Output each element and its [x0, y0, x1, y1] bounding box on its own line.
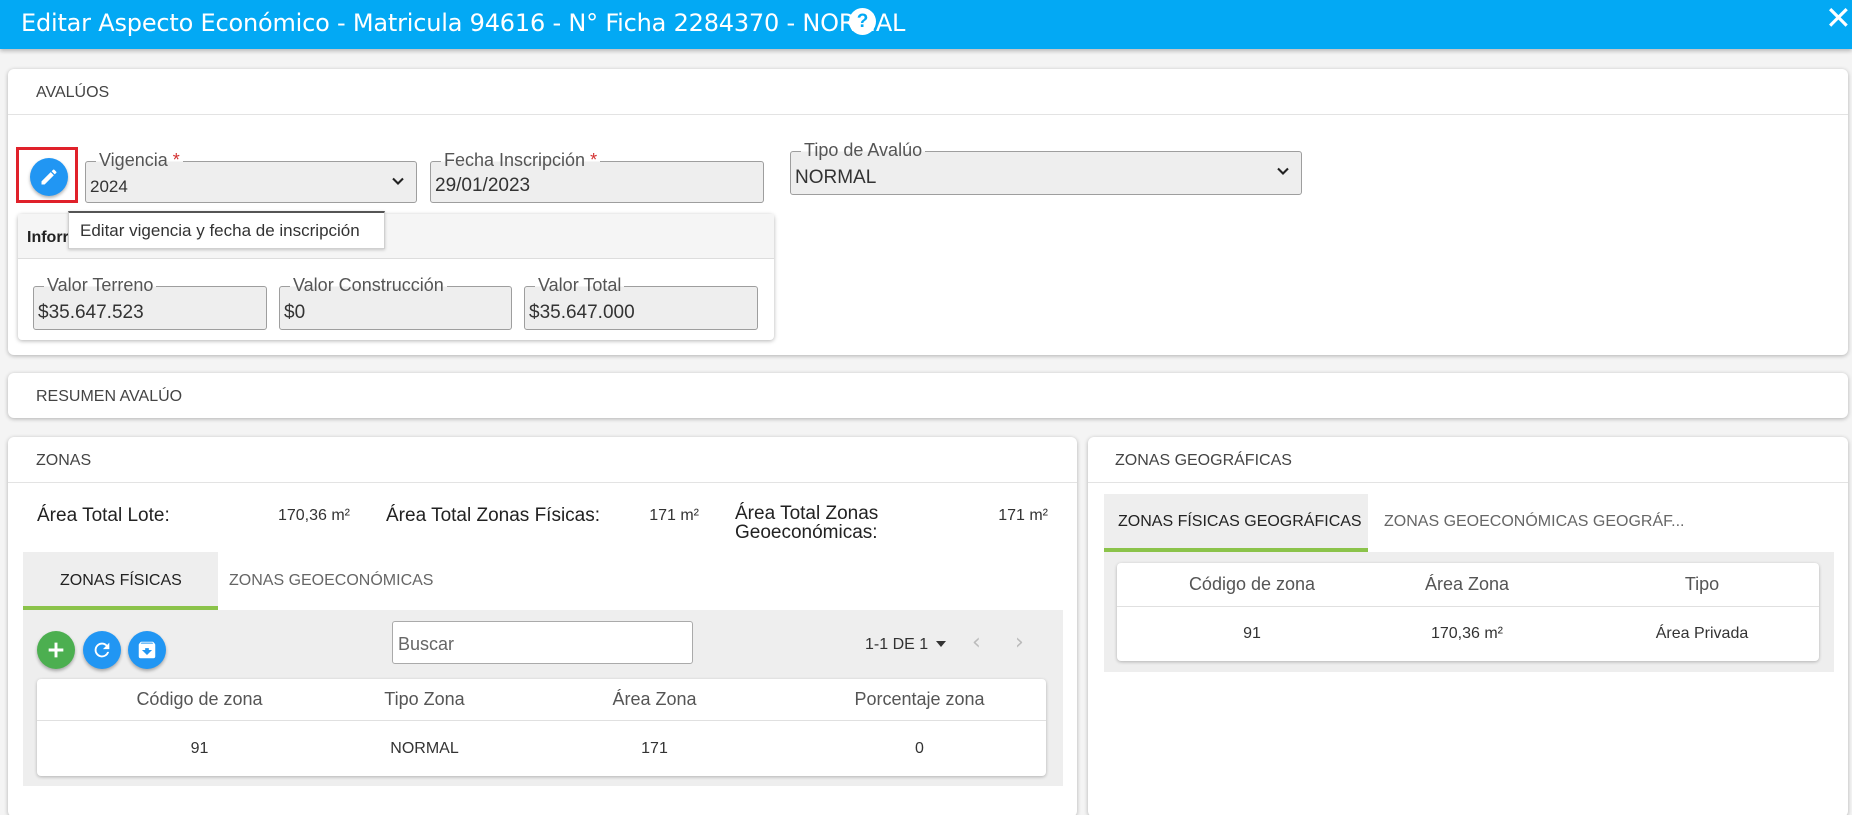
zonas-geograficas-header: ZONAS GEOGRÁFICAS	[1088, 437, 1848, 483]
resumen-avaluo-title: RESUMEN AVALÚO	[36, 388, 183, 405]
zonas-header: ZONAS	[8, 437, 1077, 483]
vigencia-select[interactable]: Vigencia * 2024	[85, 150, 417, 203]
zonas-title: ZONAS	[36, 452, 92, 469]
valor-total-field: Valor Total $35.647.000	[524, 275, 758, 330]
table-row[interactable]: 91 170,36 m² Área Privada	[1117, 608, 1819, 661]
area-total-lote-label: Área Total Lote:	[37, 505, 170, 526]
tab-zonas-fisicas-geograficas[interactable]: ZONAS FÍSICAS GEOGRÁFICAS	[1104, 494, 1368, 552]
zonas-fisicas-table: Código de zona Tipo Zona Área Zona Porce…	[37, 679, 1046, 776]
fecha-inscripcion-label: Fecha Inscripción *	[441, 150, 601, 171]
archive-icon	[138, 641, 156, 659]
pagination-select[interactable]: 1-1 DE 1	[865, 636, 947, 654]
add-zona-button[interactable]	[37, 631, 75, 669]
column-header[interactable]: Área Zona	[537, 689, 772, 710]
table-row[interactable]: 91 NORMAL 171 0	[37, 722, 1046, 776]
column-header[interactable]: Código de zona	[57, 689, 342, 710]
pencil-icon	[41, 169, 57, 185]
next-page-icon[interactable]: ›	[1015, 630, 1024, 655]
valor-total-label: Valor Total	[535, 275, 625, 296]
cell-tipo-zona: NORMAL	[390, 740, 459, 757]
zonas-geograficas-table-header: Código de zona Área Zona Tipo	[1117, 563, 1819, 607]
valor-construccion-value: $0	[284, 302, 306, 323]
column-header[interactable]: Tipo Zona	[307, 689, 542, 710]
dialog-title: Editar Aspecto Económico - Matricula 946…	[21, 9, 906, 37]
archive-button[interactable]	[128, 631, 166, 669]
edit-tooltip: Editar vigencia y fecha de inscripción	[68, 211, 385, 249]
resumen-avaluo-header: RESUMEN AVALÚO	[8, 373, 1848, 419]
valor-terreno-value: $35.647.523	[38, 302, 144, 323]
refresh-icon	[94, 642, 110, 658]
column-header[interactable]: Código de zona	[1117, 574, 1387, 595]
geograficas-tabs: ZONAS FÍSICAS GEOGRÁFICAS ZONAS GEOECONÓ…	[1104, 494, 1834, 552]
resumen-avaluo-card[interactable]: RESUMEN AVALÚO	[8, 373, 1848, 418]
valor-construccion-label: Valor Construcción	[290, 275, 447, 296]
column-header[interactable]: Área Zona	[1357, 574, 1577, 595]
cell-porcentaje: 0	[915, 740, 924, 757]
area-total-lote-value: 170,36 m²	[277, 507, 350, 524]
edit-highlight	[16, 147, 78, 203]
avaluos-header: AVALÚOS	[8, 69, 1848, 115]
tipo-avaluo-label: Tipo de Avalúo	[801, 140, 926, 161]
help-icon[interactable]: ?	[849, 8, 876, 35]
fecha-inscripcion-value: 29/01/2023	[435, 175, 531, 196]
zonas-geograficas-title: ZONAS GEOGRÁFICAS	[1115, 452, 1292, 469]
fecha-inscripcion-field[interactable]: Fecha Inscripción * 29/01/2023	[430, 150, 764, 203]
tab-zonas-geoeconomicas[interactable]: ZONAS GEOECONÓMICAS	[219, 552, 439, 610]
cell-area-zona: 171	[641, 740, 668, 757]
edit-vigencia-button[interactable]	[30, 158, 68, 196]
valor-terreno-field: Valor Terreno $35.647.523	[33, 275, 267, 330]
refresh-button[interactable]	[83, 631, 121, 669]
tipo-avaluo-select[interactable]: Tipo de Avalúo NORMAL	[790, 140, 1302, 195]
search-input[interactable]: Buscar	[392, 621, 693, 664]
area-zonas-fisicas-label: Área Total Zonas Físicas:	[386, 505, 601, 526]
zonas-tabs: ZONAS FÍSICAS ZONAS GEOECONÓMICAS	[23, 552, 1063, 610]
area-zonas-fisicas-value: 171 m²	[649, 507, 699, 524]
column-header[interactable]: Porcentaje zona	[752, 689, 1087, 710]
vigencia-label: Vigencia *	[96, 150, 183, 171]
caret-down-icon	[935, 641, 946, 647]
tab-zonas-geoeconomicas-geograficas[interactable]: ZONAS GEOECONÓMICAS GEOGRÁF...	[1369, 494, 1689, 552]
search-placeholder: Buscar	[398, 634, 455, 654]
prev-page-icon[interactable]: ‹	[972, 630, 981, 655]
close-icon[interactable]: ✕	[1825, 2, 1852, 34]
cell-codigo: 91	[190, 740, 209, 757]
plus-icon	[48, 642, 64, 658]
informacion-title: Inforr	[27, 229, 69, 246]
area-zonas-geo-label-2: Geoeconómicas:	[735, 522, 878, 543]
area-zonas-geo-value: 171 m²	[998, 507, 1048, 524]
vigencia-value: 2024	[90, 177, 128, 196]
zonas-fisicas-table-header: Código de zona Tipo Zona Área Zona Porce…	[37, 679, 1046, 721]
chevron-down-icon	[392, 177, 404, 185]
cell-tipo: Área Privada	[1655, 625, 1749, 642]
zonas-geograficas-table: Código de zona Área Zona Tipo 91 170,36 …	[1117, 563, 1819, 661]
tipo-avaluo-value: NORMAL	[795, 167, 877, 188]
avaluos-title: AVALÚOS	[36, 84, 110, 101]
valor-terreno-label: Valor Terreno	[44, 275, 157, 296]
cell-area-zona: 170,36 m²	[1430, 625, 1504, 642]
cell-codigo: 91	[1243, 625, 1261, 642]
chevron-down-icon	[1277, 167, 1289, 175]
column-header[interactable]: Tipo	[1567, 574, 1837, 595]
tab-zonas-fisicas[interactable]: ZONAS FÍSICAS	[23, 552, 218, 610]
valor-construccion-field: Valor Construcción $0	[279, 275, 512, 330]
dialog-title-bar: Editar Aspecto Económico - Matricula 946…	[0, 0, 1852, 49]
valor-total-value: $35.647.000	[529, 302, 635, 323]
